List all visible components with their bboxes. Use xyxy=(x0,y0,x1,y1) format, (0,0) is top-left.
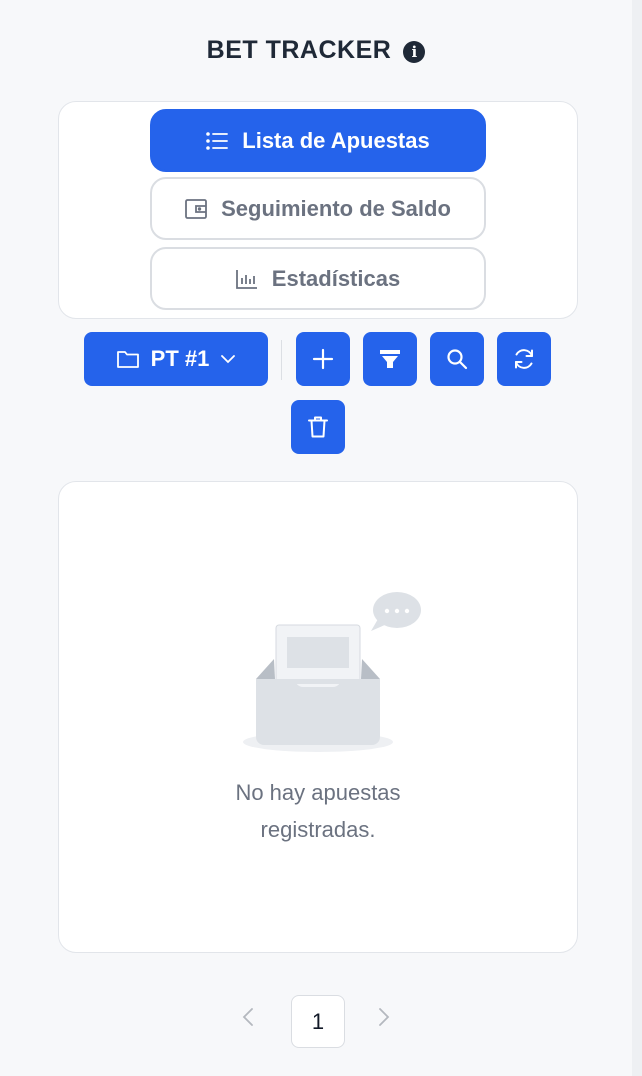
empty-state-line-1: No hay apuestas xyxy=(235,780,401,805)
nav-label: Lista de Apuestas xyxy=(242,127,430,153)
folder-icon xyxy=(116,351,139,368)
search-button[interactable] xyxy=(430,332,484,386)
bets-list-card: No hay apuestas registradas. xyxy=(58,481,578,953)
nav-estadisticas-button[interactable]: Estadísticas xyxy=(150,247,486,310)
empty-inbox-illustration xyxy=(243,592,421,752)
chevron-right-icon xyxy=(379,1008,390,1026)
folder-select-button[interactable]: PT #1 xyxy=(84,332,268,386)
empty-state-line-2: registradas. xyxy=(260,817,376,842)
empty-state-message: No hay apuestas registradas. xyxy=(59,774,577,848)
filter-button[interactable] xyxy=(363,332,417,386)
refresh-icon xyxy=(515,349,533,369)
info-icon[interactable]: i xyxy=(403,40,426,63)
delete-button[interactable] xyxy=(291,400,345,454)
nav-label: Estadísticas xyxy=(271,265,401,291)
list-icon xyxy=(206,131,229,150)
trash-icon xyxy=(308,416,328,438)
nav-card: Lista de Apuestas Seguimiento de Saldo E… xyxy=(58,101,578,319)
refresh-button[interactable] xyxy=(497,332,551,386)
add-icon xyxy=(312,348,334,370)
wallet-icon xyxy=(185,198,207,219)
page-number-button[interactable]: 1 xyxy=(291,995,345,1048)
header: BET TRACKER i xyxy=(0,36,632,65)
toolbar-divider xyxy=(281,340,282,380)
nav-seguimiento-de-saldo-button[interactable]: Seguimiento de Saldo xyxy=(150,177,486,240)
chevron-down-icon xyxy=(221,354,236,363)
chevron-left-icon xyxy=(242,1008,253,1026)
search-icon xyxy=(447,349,468,370)
filter-icon xyxy=(380,350,400,368)
app-title: BET TRACKER xyxy=(206,36,392,64)
nav-label: Seguimiento de Saldo xyxy=(221,195,451,221)
bar-chart-icon xyxy=(235,269,257,289)
nav-lista-de-apuestas-button[interactable]: Lista de Apuestas xyxy=(150,109,486,172)
scrollbar-track xyxy=(632,0,642,1076)
add-bet-button[interactable] xyxy=(296,332,350,386)
folder-label: PT #1 xyxy=(150,346,210,371)
page: BET TRACKER i Lista de Apuestas Seguimie… xyxy=(0,0,642,1076)
next-page-button[interactable] xyxy=(378,1007,390,1033)
prev-page-button[interactable] xyxy=(242,1007,254,1033)
